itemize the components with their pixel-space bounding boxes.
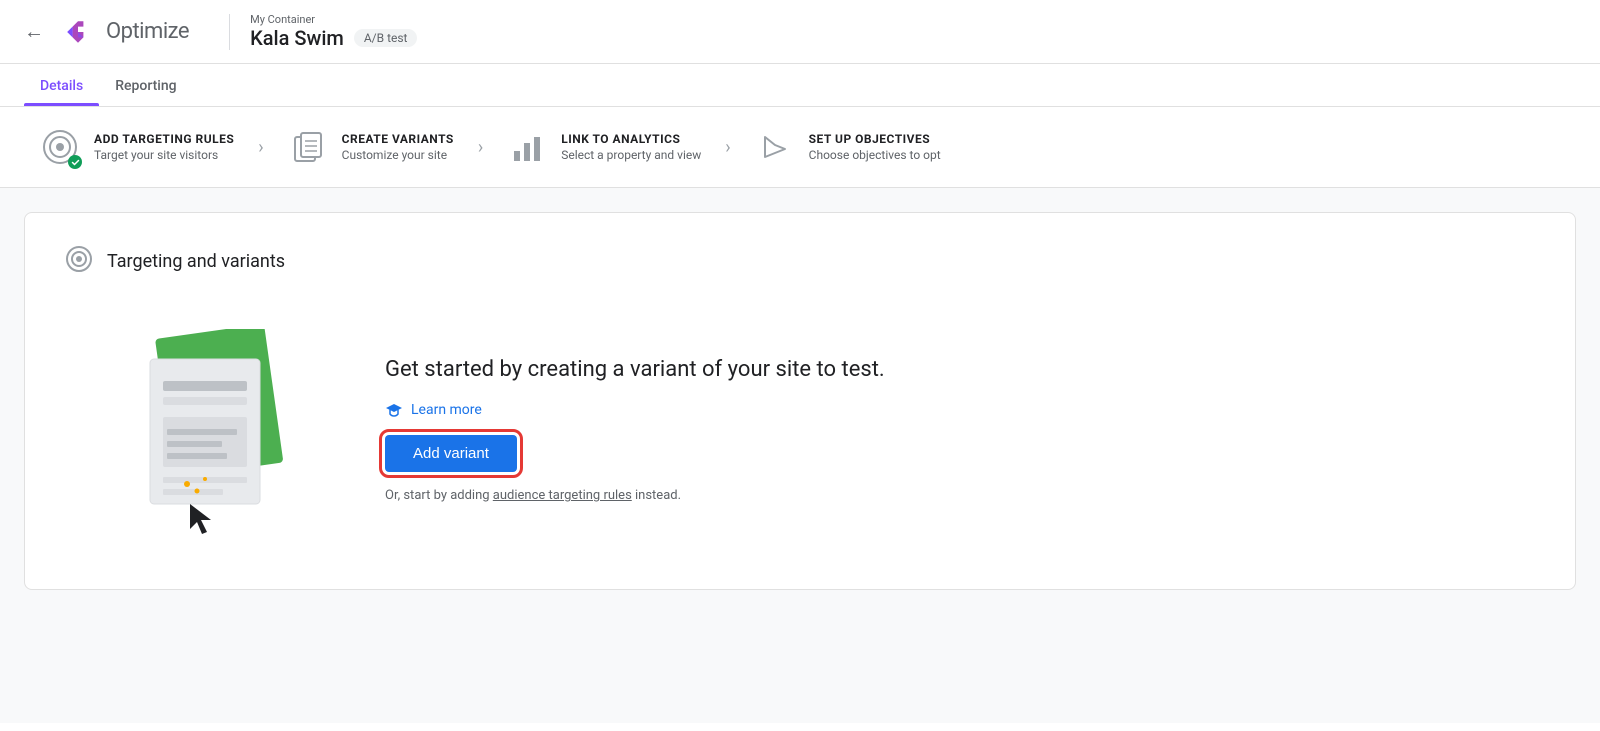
step-variants-subtitle: Customize your site: [342, 148, 454, 162]
promo-text: Get started by creating a variant of you…: [385, 355, 885, 386]
main-content: Targeting and variants: [0, 188, 1600, 723]
container-label: My Container: [250, 13, 417, 26]
add-variant-button[interactable]: Add variant: [385, 435, 517, 472]
step-analytics-title: LINK TO ANALYTICS: [561, 132, 701, 146]
experiment-name: Kala Swim: [250, 26, 344, 50]
experiment-row: Kala Swim A/B test: [250, 26, 417, 50]
variants-icon: [288, 127, 328, 167]
step-variants-title: CREATE VARIANTS: [342, 132, 454, 146]
logo-text-label: Optimize: [106, 19, 189, 44]
card-header: Targeting and variants: [65, 245, 1535, 277]
learn-more-link[interactable]: Learn more: [385, 401, 885, 419]
step-objectives-text: SET UP OBJECTIVES Choose objectives to o…: [809, 132, 941, 162]
step-analytics-text: LINK TO ANALYTICS Select a property and …: [561, 132, 701, 162]
experiment-type-badge: A/B test: [354, 29, 418, 47]
step-targeting-text: ADD TARGETING RULES Target your site vis…: [94, 132, 234, 162]
tab-details[interactable]: Details: [24, 64, 99, 106]
step-objectives[interactable]: SET UP OBJECTIVES Choose objectives to o…: [755, 127, 941, 167]
targeting-variants-card: Targeting and variants: [24, 212, 1576, 590]
promo-content: Get started by creating a variant of you…: [385, 355, 885, 504]
optimize-logo-icon: [60, 14, 96, 50]
step-analytics-subtitle: Select a property and view: [561, 148, 701, 162]
check-badge: [68, 155, 82, 169]
step-variants[interactable]: CREATE VARIANTS Customize your site: [288, 127, 454, 167]
analytics-icon: [507, 127, 547, 167]
step-variants-text: CREATE VARIANTS Customize your site: [342, 132, 454, 162]
step-targeting[interactable]: ADD TARGETING RULES Target your site vis…: [40, 127, 234, 167]
objectives-icon: [755, 127, 795, 167]
app-logo: Optimize: [60, 14, 189, 50]
tab-reporting[interactable]: Reporting: [99, 64, 192, 106]
step-objectives-subtitle: Choose objectives to opt: [809, 148, 941, 162]
step-objectives-title: SET UP OBJECTIVES: [809, 132, 941, 146]
back-button[interactable]: ←: [24, 19, 44, 44]
card-header-icon: [65, 245, 93, 277]
variant-illustration: [105, 329, 305, 529]
app-header: ← Optimize My Container Kala Swim A/B te…: [0, 0, 1600, 64]
header-divider: [229, 14, 230, 50]
targeting-icon: [40, 127, 80, 167]
card-body: Get started by creating a variant of you…: [65, 309, 1535, 549]
chevron-3-icon: ›: [725, 137, 730, 158]
step-targeting-title: ADD TARGETING RULES: [94, 132, 234, 146]
chevron-1-icon: ›: [258, 137, 263, 158]
step-targeting-subtitle: Target your site visitors: [94, 148, 234, 162]
container-info: My Container Kala Swim A/B test: [250, 13, 417, 50]
card-title: Targeting and variants: [107, 251, 285, 272]
audience-targeting-link[interactable]: audience targeting rules: [493, 488, 632, 503]
learn-more-label: Learn more: [411, 402, 482, 418]
chevron-2-icon: ›: [478, 137, 483, 158]
steps-bar: ADD TARGETING RULES Target your site vis…: [0, 107, 1600, 188]
learn-more-icon: [385, 401, 403, 419]
tabs-bar: Details Reporting: [0, 64, 1600, 107]
step-analytics[interactable]: LINK TO ANALYTICS Select a property and …: [507, 127, 701, 167]
alt-text: Or, start by adding audience targeting r…: [385, 488, 885, 503]
